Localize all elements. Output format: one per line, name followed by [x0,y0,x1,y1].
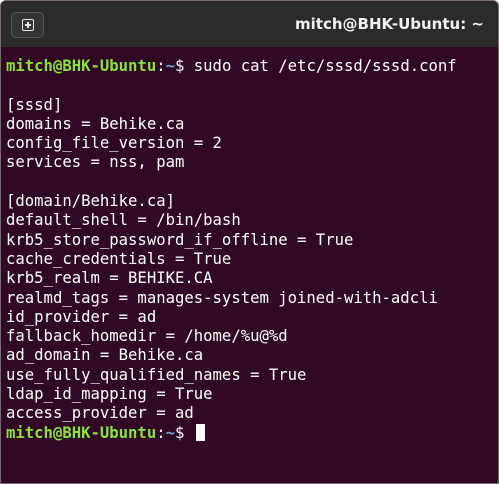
command-line: mitch@BHK-Ubuntu:~$ sudo cat /etc/sssd/s… [6,57,498,76]
output-line: config_file_version = 2 [6,134,222,153]
command-text: sudo cat /etc/sssd/sssd.conf [184,57,457,75]
prompt-separator: : [156,57,166,75]
output-line: krb5_store_password_if_offline = True [6,230,354,249]
output-line: [sssd] [6,95,63,114]
new-tab-icon [22,19,34,31]
prompt-path: ~ [165,423,175,442]
output-line: realmd_tags = manages-system joined-with… [6,288,438,307]
output-line: default_shell = /bin/bash [6,211,241,230]
prompt-symbol: $ [175,423,194,442]
prompt-path: ~ [165,57,175,75]
text-cursor [195,423,205,441]
prompt-symbol: $ [175,57,185,75]
prompt-separator: : [156,423,166,442]
output-line: krb5_realm = BEHIKE.CA [6,269,213,288]
output-line: domains = Behike.ca [6,114,185,133]
output-line: ldap_id_mapping = True [6,385,213,404]
output-line: cache_credentials = True [6,249,232,268]
output-line: id_provider = ad [6,307,157,326]
prompt-user-host: mitch@BHK-Ubuntu [6,57,157,75]
window-title: mitch@BHK-Ubuntu: ~ [295,15,484,33]
prompt-user-host: mitch@BHK-Ubuntu [6,423,157,442]
output-line: services = nss, pam [6,153,185,172]
output-line: access_provider = ad [6,404,194,423]
title-bar: mitch@BHK-Ubuntu: ~ [1,1,498,47]
output-line: use_fully_qualified_names = True [6,365,307,384]
terminal-window: mitch@BHK-Ubuntu: ~ mitch@BHK-Ubuntu:~$ … [0,0,499,484]
output-line: fallback_homedir = /home/%u@%d [6,327,288,346]
final-prompt-line: mitch@BHK-Ubuntu:~$ [6,423,498,443]
output-line: [domain/Behike.ca] [6,192,175,211]
output-line: ad_domain = Behike.ca [6,346,204,365]
new-tab-button[interactable] [11,12,44,38]
terminal-content[interactable]: mitch@BHK-Ubuntu:~$ sudo cat /etc/sssd/s… [1,47,498,483]
